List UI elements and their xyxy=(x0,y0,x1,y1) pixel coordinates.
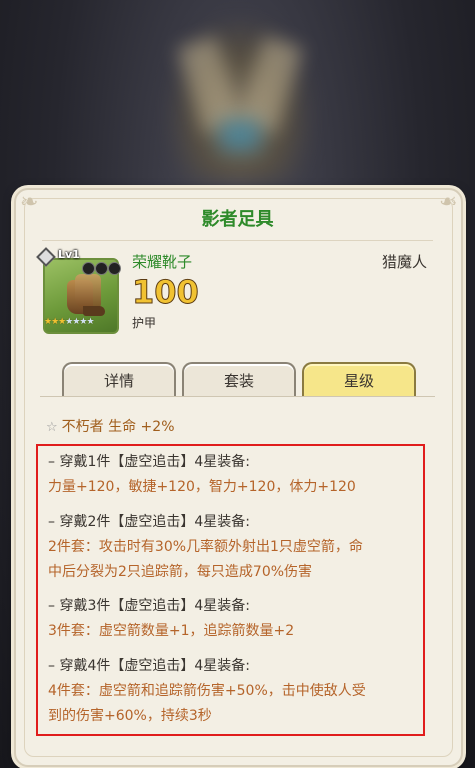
tab-set[interactable]: 套装 xyxy=(182,362,296,396)
gem-slot-icon xyxy=(82,262,95,275)
item-class-label: 猎魔人 xyxy=(381,253,427,271)
background-gem xyxy=(220,120,260,150)
set-bonus-heading: – 穿戴1件【虚空追击】4星装备: xyxy=(48,454,250,470)
item-stat-value: 100 xyxy=(132,273,200,312)
item-name: 荣耀靴子 xyxy=(132,253,193,271)
boot-right-icon xyxy=(75,274,101,308)
rating-star-icon: ★ xyxy=(86,317,94,327)
set-bonus-text: 3件套：虚空箭数量+1，追踪箭数量+2 xyxy=(48,623,295,639)
set-bonus-heading: – 穿戴2件【虚空追击】4星装备: xyxy=(48,514,250,530)
set-bonus-text: 4件套：虚空箭和追踪箭伤害+50%，击中使敌人受 xyxy=(48,683,366,699)
set-bonus-text: 2件套：攻击时有30%几率额外射出1只虚空箭，命 xyxy=(48,539,363,555)
title-divider xyxy=(42,240,433,241)
set-bonus-item: – 穿戴2件【虚空追击】4星装备: 2件套：攻击时有30%几率额外射出1只虚空箭… xyxy=(48,510,417,585)
boot-toe-icon xyxy=(83,306,105,316)
star-bonus-text: 不朽者 生命 +2% xyxy=(61,419,175,435)
set-bonus-item: – 穿戴3件【虚空追击】4星装备: 3件套：虚空箭数量+1，追踪箭数量+2 xyxy=(48,594,417,644)
set-bonus-list: – 穿戴1件【虚空追击】4星装备: 力量+120，敏捷+120，智力+120，体… xyxy=(36,444,425,736)
tab-divider xyxy=(40,396,435,397)
tab-details[interactable]: 详情 xyxy=(62,362,176,396)
set-bonus-item: – 穿戴4件【虚空追击】4星装备: 4件套：虚空箭和追踪箭伤害+50%，击中使敌… xyxy=(48,654,417,729)
gem-slot-icon xyxy=(108,262,121,275)
gem-slot-icon xyxy=(95,262,108,275)
set-bonus-item: – 穿戴1件【虚空追击】4星装备: 力量+120，敏捷+120，智力+120，体… xyxy=(48,450,417,500)
panel-title: 影者足具 xyxy=(201,209,274,230)
item-star-rating: ★★★★★★★ xyxy=(44,317,95,327)
item-stat-type: 护甲 xyxy=(132,316,157,330)
tab-star-level[interactable]: 星级 xyxy=(302,362,416,396)
set-bonus-text: 中后分裂为2只追踪箭，每只造成70%伤害 xyxy=(48,564,313,580)
level-badge: Lv1 xyxy=(58,248,80,261)
set-bonus-heading: – 穿戴3件【虚空追击】4星装备: xyxy=(48,598,250,614)
set-bonus-heading: – 穿戴4件【虚空追击】4星装备: xyxy=(48,658,250,674)
set-bonus-text: 力量+120，敏捷+120，智力+120，体力+120 xyxy=(48,479,356,495)
star-outline-icon: ☆ xyxy=(46,420,58,435)
star-bonus-row: ☆ 不朽者 生命 +2% xyxy=(46,416,175,436)
set-bonus-text: 到的伤害+60%，持续3秒 xyxy=(48,708,212,724)
